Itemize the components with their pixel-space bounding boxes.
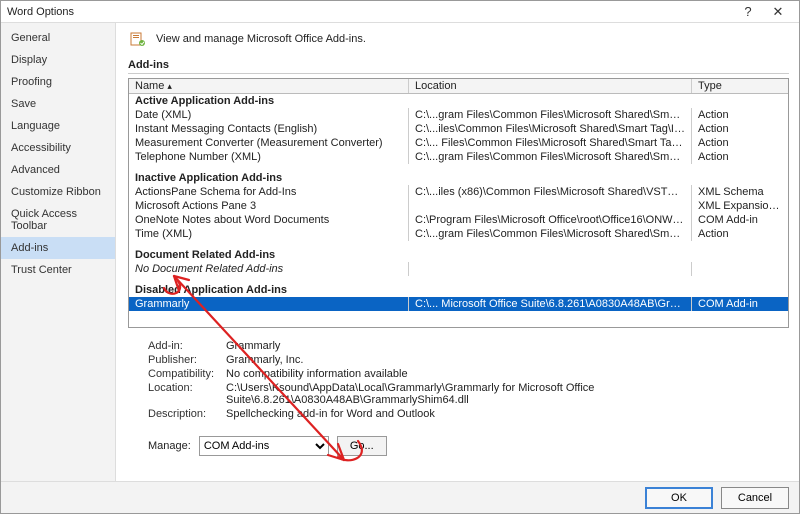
main-area: GeneralDisplayProofingSaveLanguageAccess… (1, 23, 799, 481)
cell-location: C:\...iles (x86)\Common Files\Microsoft … (409, 185, 692, 199)
section-title: Add-ins (128, 59, 789, 71)
cell-name: ActionsPane Schema for Add-Ins (129, 185, 409, 199)
addin-details: Add-in: Grammarly Publisher: Grammarly, … (128, 340, 789, 420)
table-row[interactable]: Instant Messaging Contacts (English)C:\.… (129, 122, 788, 136)
detail-label-addin: Add-in: (148, 340, 226, 352)
help-icon[interactable]: ? (733, 3, 763, 21)
col-type[interactable]: Type (692, 79, 788, 93)
cell-location: C:\...iles\Common Files\Microsoft Shared… (409, 122, 692, 136)
go-button[interactable]: Go... (337, 436, 387, 456)
sidebar-item-proofing[interactable]: Proofing (1, 71, 115, 93)
cell-location (409, 262, 692, 276)
sort-asc-icon: ▴ (167, 81, 172, 91)
grid-group-header: Disabled Application Add-ins (129, 276, 788, 297)
sidebar-item-display[interactable]: Display (1, 49, 115, 71)
table-row[interactable]: Telephone Number (XML)C:\...gram Files\C… (129, 150, 788, 164)
sidebar-item-language[interactable]: Language (1, 115, 115, 137)
detail-label-compat: Compatibility: (148, 368, 226, 380)
sidebar-item-customize-ribbon[interactable]: Customize Ribbon (1, 181, 115, 203)
cell-type: COM Add-in (692, 213, 788, 227)
page-header-text: View and manage Microsoft Office Add-ins… (156, 33, 366, 45)
cell-name: Instant Messaging Contacts (English) (129, 122, 409, 136)
col-name[interactable]: Name ▴ (129, 79, 409, 93)
manage-label: Manage: (148, 440, 191, 452)
cell-name: Grammarly (129, 297, 409, 311)
sidebar-item-trust-center[interactable]: Trust Center (1, 259, 115, 281)
detail-value-publisher: Grammarly, Inc. (226, 354, 789, 366)
sidebar-item-accessibility[interactable]: Accessibility (1, 137, 115, 159)
grid-group-header: Document Related Add-ins (129, 241, 788, 262)
manage-select[interactable]: COM Add-ins (199, 436, 329, 456)
content-pane: View and manage Microsoft Office Add-ins… (116, 23, 799, 481)
cell-name: Telephone Number (XML) (129, 150, 409, 164)
grid-group-header: Inactive Application Add-ins (129, 164, 788, 185)
dialog-footer: OK Cancel (1, 481, 799, 513)
cell-type: Action (692, 122, 788, 136)
cell-type: Action (692, 227, 788, 241)
detail-value-compat: No compatibility information available (226, 368, 789, 380)
cell-type: Action (692, 136, 788, 150)
cell-location: C:\...gram Files\Common Files\Microsoft … (409, 150, 692, 164)
sidebar-item-quick-access-toolbar[interactable]: Quick Access Toolbar (1, 203, 115, 237)
cell-type: COM Add-in (692, 297, 788, 311)
cell-type: Action (692, 108, 788, 122)
cell-location: C:\... Files\Common Files\Microsoft Shar… (409, 136, 692, 150)
detail-label-description: Description: (148, 408, 226, 420)
cell-name: Date (XML) (129, 108, 409, 122)
detail-value-addin: Grammarly (226, 340, 789, 352)
table-row[interactable]: GrammarlyC:\... Microsoft Office Suite\6… (129, 297, 788, 311)
titlebar: Word Options ? ✕ (1, 1, 799, 23)
cell-type: XML Schema (692, 185, 788, 199)
col-location[interactable]: Location (409, 79, 692, 93)
addins-icon (128, 29, 148, 49)
cell-name: Measurement Converter (Measurement Conve… (129, 136, 409, 150)
sidebar: GeneralDisplayProofingSaveLanguageAccess… (1, 23, 116, 481)
cell-location: C:\Program Files\Microsoft Office\root\O… (409, 213, 692, 227)
table-row[interactable]: Time (XML)C:\...gram Files\Common Files\… (129, 227, 788, 241)
sidebar-item-general[interactable]: General (1, 27, 115, 49)
page-header: View and manage Microsoft Office Add-ins… (128, 29, 789, 49)
table-row: No Document Related Add-ins (129, 262, 788, 276)
table-row[interactable]: ActionsPane Schema for Add-InsC:\...iles… (129, 185, 788, 199)
cell-location: C:\...gram Files\Common Files\Microsoft … (409, 108, 692, 122)
detail-label-location: Location: (148, 382, 226, 406)
sidebar-item-advanced[interactable]: Advanced (1, 159, 115, 181)
manage-row: Manage: COM Add-ins Go... (128, 436, 789, 456)
ok-button[interactable]: OK (645, 487, 713, 509)
cell-type: XML Expansion Pack (692, 199, 788, 213)
cancel-button[interactable]: Cancel (721, 487, 789, 509)
cell-location: C:\... Microsoft Office Suite\6.8.261\A0… (409, 297, 692, 311)
cell-type (692, 262, 788, 276)
cell-location: C:\...gram Files\Common Files\Microsoft … (409, 227, 692, 241)
sidebar-item-save[interactable]: Save (1, 93, 115, 115)
detail-label-publisher: Publisher: (148, 354, 226, 366)
cell-name: OneNote Notes about Word Documents (129, 213, 409, 227)
detail-value-location: C:\Users\Ksound\AppData\Local\Grammarly\… (226, 382, 789, 406)
addins-grid: Name ▴ Location Type Active Application … (128, 78, 789, 328)
table-row[interactable]: Microsoft Actions Pane 3 XML Expansion Pa… (129, 199, 788, 213)
window-title: Word Options (7, 6, 733, 18)
table-row[interactable]: Date (XML)C:\...gram Files\Common Files\… (129, 108, 788, 122)
table-row[interactable]: Measurement Converter (Measurement Conve… (129, 136, 788, 150)
cell-type: Action (692, 150, 788, 164)
cell-name: No Document Related Add-ins (129, 262, 409, 276)
cell-name: Microsoft Actions Pane 3 (129, 199, 409, 213)
grid-header[interactable]: Name ▴ Location Type (129, 79, 788, 94)
close-icon[interactable]: ✕ (763, 3, 793, 21)
grid-body: Active Application Add-insDate (XML)C:\.… (129, 94, 788, 311)
grid-group-header: Active Application Add-ins (129, 94, 788, 108)
table-row[interactable]: OneNote Notes about Word DocumentsC:\Pro… (129, 213, 788, 227)
cell-name: Time (XML) (129, 227, 409, 241)
sidebar-item-add-ins[interactable]: Add-ins (1, 237, 115, 259)
section-rule (128, 73, 789, 74)
cell-location (409, 199, 692, 213)
detail-value-description: Spellchecking add-in for Word and Outloo… (226, 408, 789, 420)
